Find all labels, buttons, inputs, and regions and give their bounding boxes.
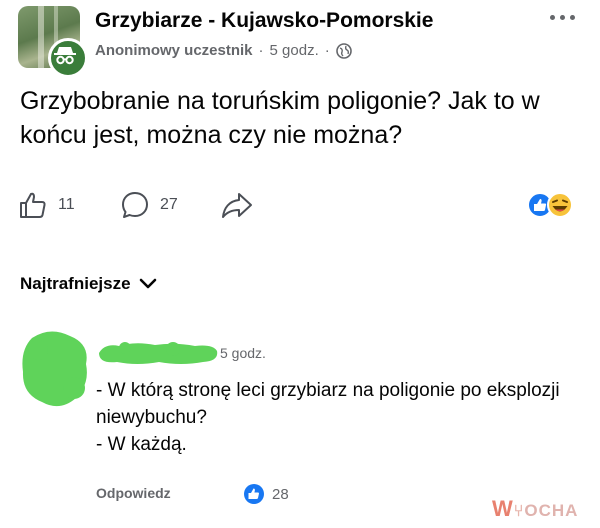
comment-line: - W każdą. bbox=[96, 434, 187, 455]
meta-separator: · bbox=[258, 42, 264, 59]
incognito-icon bbox=[54, 47, 76, 65]
share-arrow-icon bbox=[222, 193, 252, 218]
comment-like-count: 28 bbox=[272, 485, 289, 503]
comment-line: - W którą stronę leci grzybiarz na polig… bbox=[96, 380, 560, 428]
globe-icon bbox=[335, 42, 352, 59]
dot-icon bbox=[549, 14, 555, 20]
watermark-w: W bbox=[492, 496, 514, 521]
like-button[interactable]: 11 bbox=[18, 190, 75, 220]
watermark-text: OCHA bbox=[524, 501, 579, 520]
comment-reactions[interactable]: 28 bbox=[243, 483, 289, 505]
thumbs-up-icon bbox=[20, 192, 46, 218]
share-button[interactable] bbox=[220, 190, 254, 220]
comment-bubble-icon bbox=[122, 192, 148, 218]
reply-button[interactable]: Odpowiedz bbox=[96, 485, 171, 501]
dot-icon bbox=[569, 14, 575, 20]
comment-button[interactable]: 27 bbox=[120, 190, 178, 220]
comment-count: 27 bbox=[160, 196, 178, 213]
like-reaction-icon bbox=[244, 484, 264, 504]
reaction-summary[interactable] bbox=[524, 190, 584, 220]
redaction-scribble-icon bbox=[99, 342, 218, 364]
commenter-name-redacted[interactable] bbox=[95, 339, 220, 367]
comment-time[interactable]: 5 godz. bbox=[220, 345, 266, 361]
watermark-fork-icon: ⑂ bbox=[513, 503, 525, 520]
more-options-button[interactable] bbox=[540, 4, 584, 30]
commenter-avatar-redacted[interactable] bbox=[20, 330, 90, 408]
meta-separator: · bbox=[324, 42, 330, 59]
sort-label: Najtrafniejsze bbox=[20, 274, 131, 293]
reaction-icons bbox=[527, 192, 573, 218]
group-name[interactable]: Grzybiarze - Kujawsko-Pomorskie bbox=[95, 9, 433, 33]
dot-icon bbox=[559, 14, 565, 20]
chevron-down-icon bbox=[139, 278, 156, 289]
post-text: Grzybobranie na toruńskim poligonie? Jak… bbox=[20, 87, 540, 149]
redaction-scribble-icon bbox=[22, 331, 87, 407]
post-time[interactable]: 5 godz. bbox=[270, 42, 319, 59]
haha-reaction-icon bbox=[547, 192, 573, 218]
like-count: 11 bbox=[58, 196, 75, 213]
comment-sort-dropdown[interactable]: Najtrafniejsze bbox=[20, 274, 157, 294]
comment-text: - W którą stronę leci grzybiarz na polig… bbox=[96, 377, 576, 458]
anonymous-avatar bbox=[48, 38, 88, 78]
post-meta: Anonimowy uczestnik · 5 godz. · bbox=[95, 42, 352, 59]
post-author[interactable]: Anonimowy uczestnik bbox=[95, 42, 253, 59]
watermark: W⑂OCHA bbox=[492, 496, 578, 522]
